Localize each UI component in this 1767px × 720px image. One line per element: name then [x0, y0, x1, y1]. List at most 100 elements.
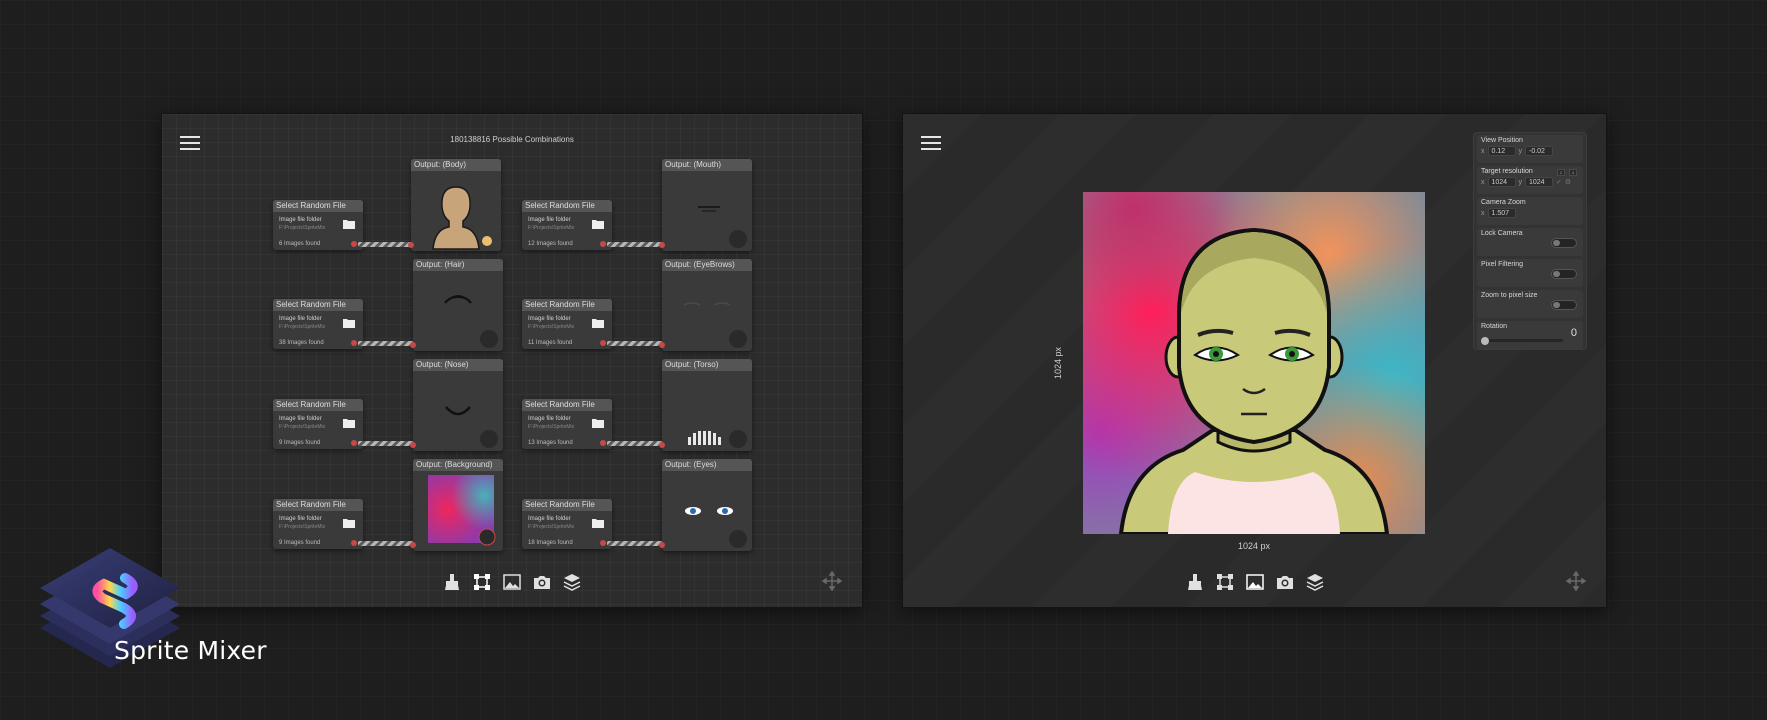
brush-icon[interactable] [441, 571, 463, 593]
node-port[interactable] [659, 242, 665, 248]
node-port[interactable] [600, 241, 606, 247]
gear-icon[interactable]: ⚙ [1565, 178, 1571, 186]
camera-icon[interactable] [1274, 571, 1296, 593]
folder-icon[interactable] [343, 318, 355, 328]
folder-icon[interactable] [343, 219, 355, 229]
node-port[interactable] [410, 442, 416, 448]
move-icon[interactable] [821, 570, 843, 592]
node-title: Select Random File [522, 399, 612, 411]
layers-icon[interactable] [1304, 571, 1326, 593]
select-node-eyes[interactable]: Select Random File Image file folder F:\… [522, 499, 612, 549]
select-node-body[interactable]: Select Random File Image file folder F:\… [273, 200, 363, 250]
rotation-slider[interactable] [1483, 339, 1563, 342]
node-port[interactable] [351, 540, 357, 546]
node-port[interactable] [659, 342, 665, 348]
pixel-filtering-prop: Pixel Filtering [1477, 259, 1583, 287]
node-title: Select Random File [273, 200, 363, 212]
pixel-filtering-label: Pixel Filtering [1481, 261, 1524, 268]
resolution-x-input[interactable]: 1024 [1487, 177, 1516, 187]
node-title: Output: (EyeBrows) [662, 259, 752, 271]
rotation-prop: Rotation 0 [1477, 321, 1583, 349]
images-count: 9 Images found [279, 440, 321, 446]
connection-wire [607, 341, 667, 346]
rotation-value: 0 [1570, 327, 1577, 339]
node-title: Output: (Hair) [413, 259, 503, 271]
node-port[interactable] [410, 342, 416, 348]
folder-icon[interactable] [343, 418, 355, 428]
folder-icon[interactable] [343, 518, 355, 528]
select-node-nose[interactable]: Select Random File Image file folder F:\… [273, 399, 363, 449]
folder-label: Image file folder [279, 217, 322, 223]
preview-menu-icon[interactable] [921, 136, 941, 152]
check-icon[interactable]: ✓ [1556, 178, 1562, 186]
move-icon[interactable] [1565, 570, 1587, 592]
select-node-mouth[interactable]: Select Random File Image file folder F:\… [522, 200, 612, 250]
node-port[interactable] [659, 442, 665, 448]
resolution-preset-b-button[interactable]: 4 [1569, 169, 1577, 176]
view-position-y-input[interactable]: -0.02 [1525, 146, 1553, 156]
images-count: 38 Images found [279, 340, 324, 346]
folder-path: F:\Projects\SpriteMix [279, 424, 326, 430]
view-position-x-input[interactable]: 0.12 [1487, 146, 1516, 156]
layers-icon[interactable] [561, 571, 583, 593]
resolution-y-input[interactable]: 1024 [1525, 177, 1553, 187]
node-port[interactable] [351, 241, 357, 247]
connection-wire [607, 242, 667, 247]
folder-path: F:\Projects\SpriteMix [528, 324, 575, 330]
select-node-background[interactable]: Select Random File Image file folder F:\… [273, 499, 363, 549]
node-title: Output: (Background) [413, 459, 503, 471]
resolution-preset-a-button[interactable]: 2 [1557, 169, 1565, 176]
output-node-torso[interactable]: Output: (Torso) [659, 359, 752, 451]
camera-icon[interactable] [531, 571, 553, 593]
rotation-slider-knob[interactable] [1481, 337, 1489, 345]
node-port[interactable] [408, 242, 414, 248]
node-graph-icon[interactable] [471, 571, 493, 593]
sprite-preview-canvas[interactable] [1083, 192, 1425, 534]
folder-path: F:\Projects\SpriteMix [279, 225, 326, 231]
lock-camera-toggle[interactable] [1551, 238, 1577, 248]
node-port[interactable] [600, 540, 606, 546]
select-node-hair[interactable]: Select Random File Image file folder F:\… [273, 299, 363, 349]
folder-icon[interactable] [592, 518, 604, 528]
image-icon[interactable] [501, 571, 523, 593]
combinations-count: 180138816 Possible Combinations [450, 135, 574, 144]
output-node-eyebrows[interactable]: Output: (EyeBrows) [659, 259, 752, 351]
camera-zoom-input[interactable]: 1.507 [1487, 208, 1516, 218]
node-graph-icon[interactable] [1214, 571, 1236, 593]
node-port[interactable] [351, 440, 357, 446]
output-node-eyes[interactable]: Output: (Eyes) [659, 459, 752, 551]
node-port[interactable] [600, 340, 606, 346]
x-label: x [1481, 147, 1485, 155]
preview-toolbar [903, 571, 1606, 593]
select-node-torso[interactable]: Select Random File Image file folder F:\… [522, 399, 612, 449]
node-port[interactable] [410, 542, 416, 548]
x-label: x [1481, 209, 1485, 217]
output-node-mouth[interactable]: Output: (Mouth) [659, 159, 752, 251]
pixel-filtering-toggle[interactable] [1551, 269, 1577, 279]
width-label: 1024 px [1237, 541, 1271, 551]
node-port[interactable] [659, 542, 665, 548]
view-position-prop: View Position x 0.12 y -0.02 [1477, 135, 1583, 163]
lock-camera-prop: Lock Camera [1477, 228, 1583, 256]
folder-icon[interactable] [592, 418, 604, 428]
zoom-to-pixel-size-prop: Zoom to pixel size [1477, 290, 1583, 318]
image-icon[interactable] [1244, 571, 1266, 593]
hair-thumbnail [444, 295, 498, 348]
zoom-to-pixel-size-toggle[interactable] [1551, 300, 1577, 310]
folder-icon[interactable] [592, 219, 604, 229]
brush-icon[interactable] [1184, 571, 1206, 593]
output-node-nose[interactable]: Output: (Nose) [410, 359, 503, 451]
node-port[interactable] [351, 340, 357, 346]
properties-panel: View Position x 0.12 y -0.02 Target reso… [1473, 132, 1587, 350]
body-thumbnail [432, 186, 492, 250]
output-node-body[interactable]: Output: (Body) [408, 159, 501, 251]
node-port[interactable] [600, 440, 606, 446]
folder-label: Image file folder [528, 516, 571, 522]
select-node-eyebrows[interactable]: Select Random File Image file folder F:\… [522, 299, 612, 349]
folder-icon[interactable] [592, 318, 604, 328]
output-node-hair[interactable]: Output: (Hair) [410, 259, 503, 351]
output-node-background[interactable]: Output: (Background) [410, 459, 503, 551]
node-title: Output: (Body) [411, 159, 501, 171]
folder-path: F:\Projects\SpriteMix [279, 524, 326, 530]
connection-wire [358, 441, 418, 446]
